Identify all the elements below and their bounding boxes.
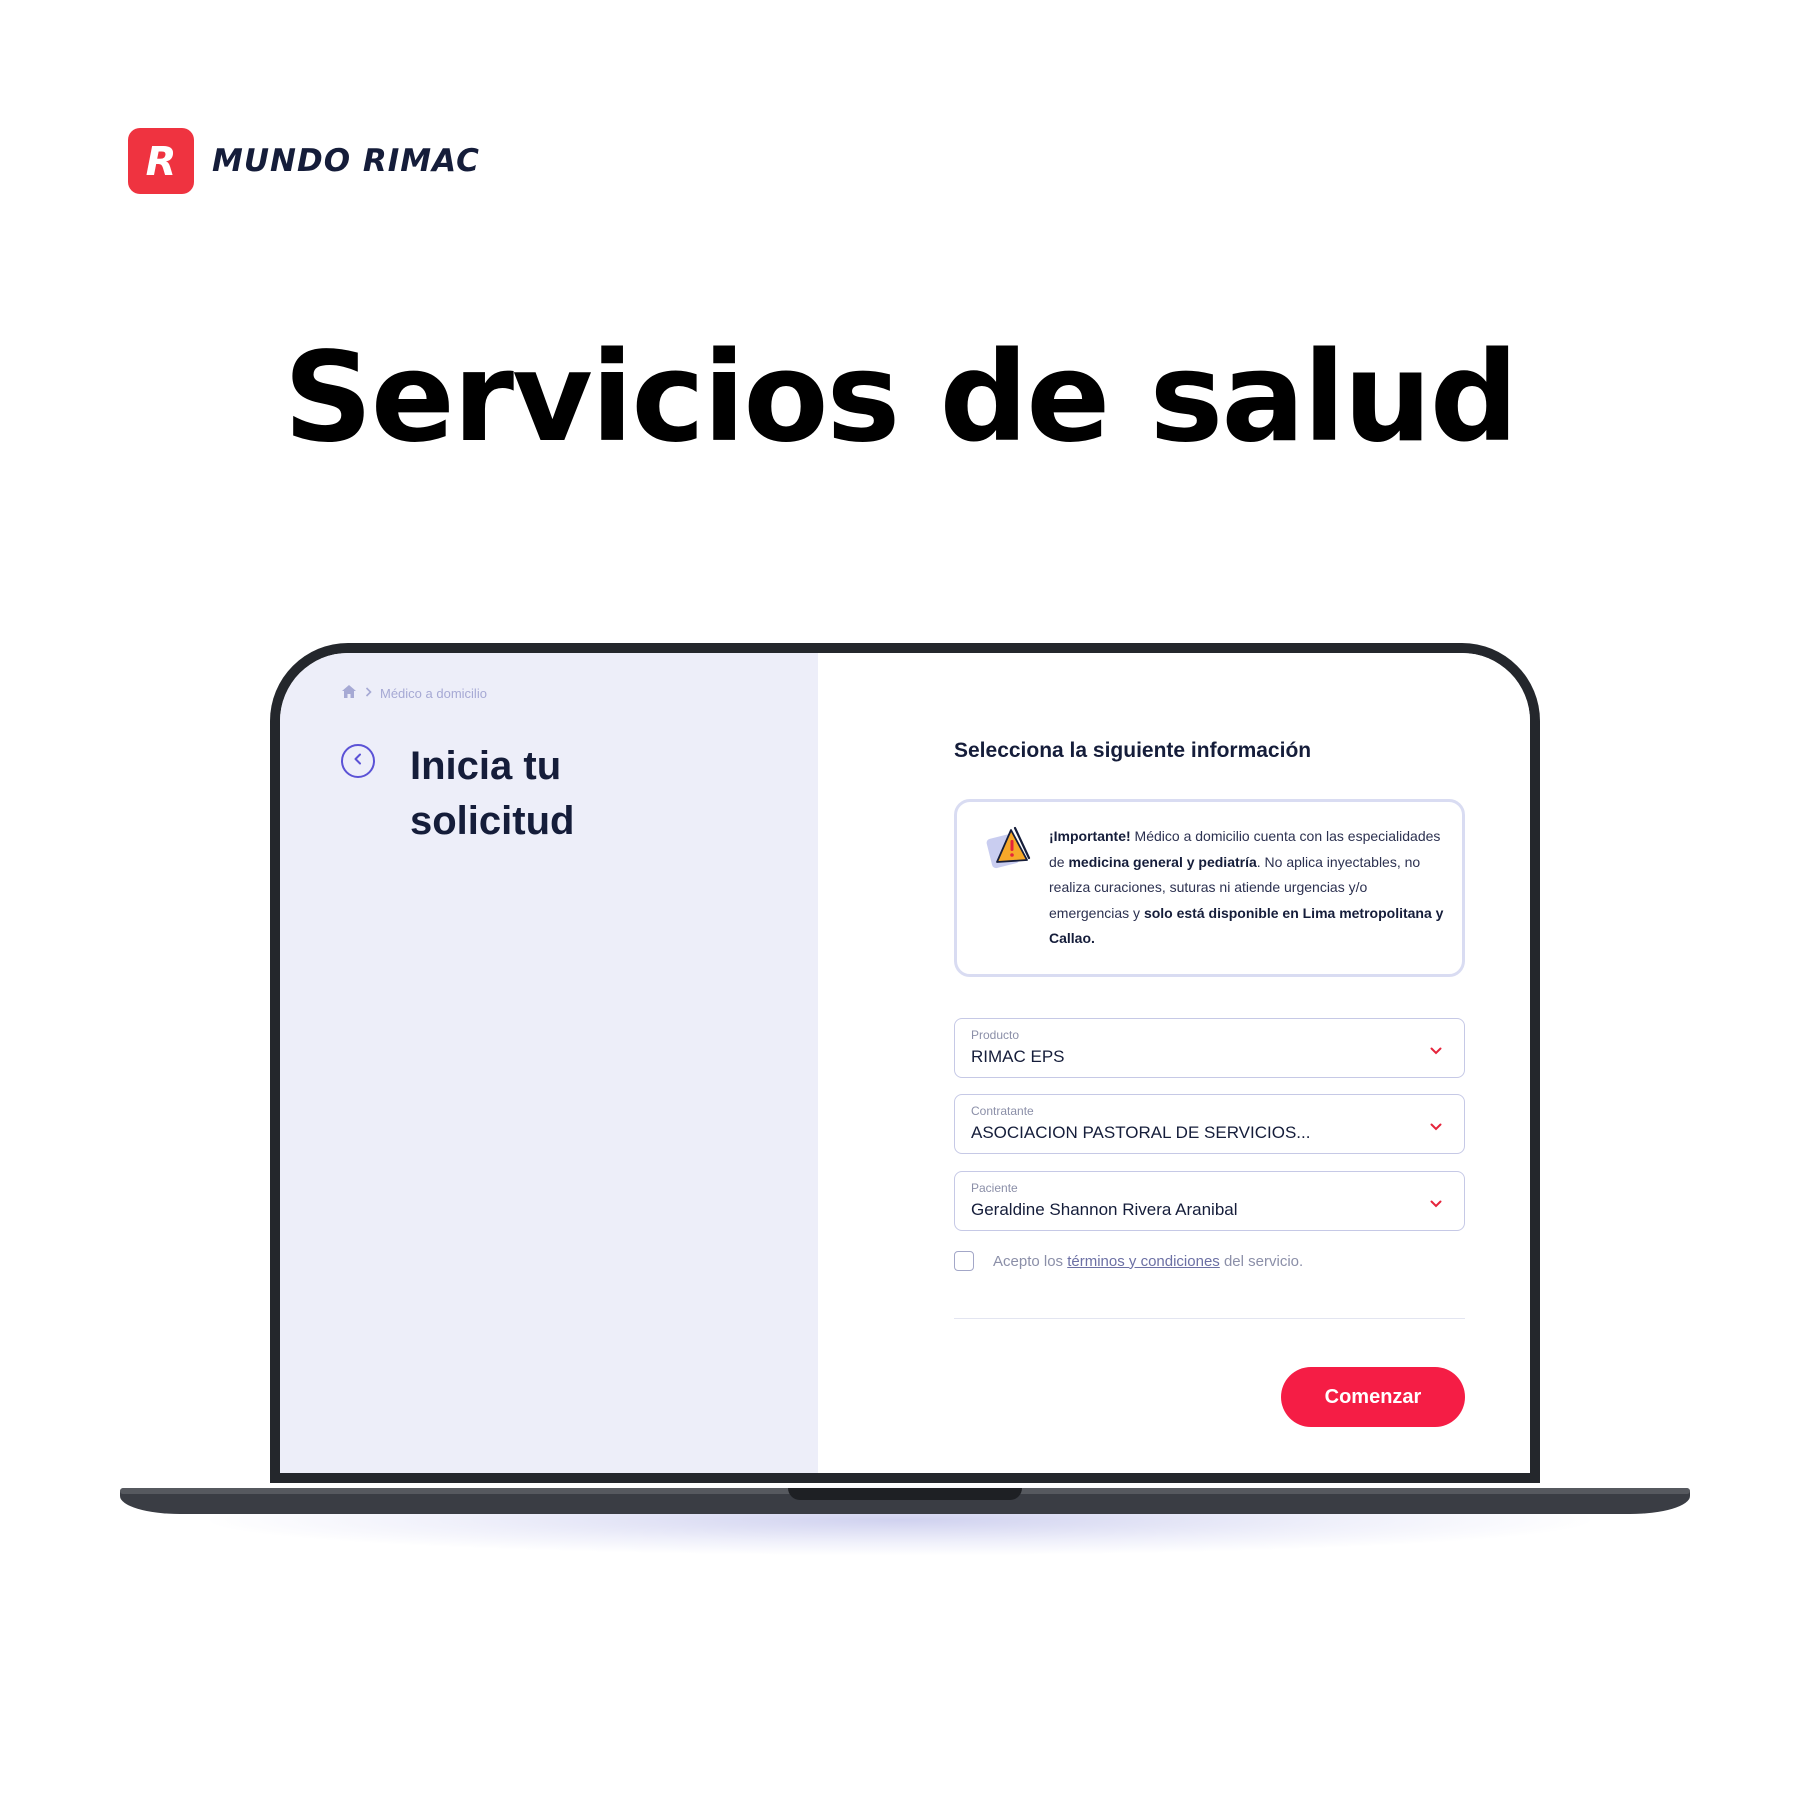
start-button[interactable]: Comenzar: [1281, 1367, 1465, 1427]
laptop-lid: Médico a domicilio Inicia tu solicitud S…: [270, 643, 1540, 1483]
breadcrumb: Médico a domicilio: [342, 685, 487, 701]
notice-important: ¡Importante!: [1049, 828, 1131, 844]
terms-prefix: Acepto los: [993, 1252, 1068, 1270]
terms-row: Acepto los términos y condiciones del se…: [954, 1251, 1303, 1271]
field-label: Producto: [971, 1028, 1020, 1042]
field-label: Contratante: [971, 1104, 1034, 1118]
rimac-logo-icon: R: [128, 128, 194, 194]
field-value: Geraldine Shannon Rivera Aranibal: [971, 1200, 1238, 1219]
field-label: Paciente: [971, 1181, 1018, 1195]
brand-name: MUNDO RIMAC: [212, 143, 480, 179]
divider: [954, 1318, 1465, 1319]
terms-text: Acepto los términos y condiciones del se…: [993, 1253, 1303, 1270]
terms-link[interactable]: términos y condiciones: [1067, 1253, 1220, 1270]
chevron-right-icon: [365, 686, 372, 700]
chevron-down-icon: [1430, 1118, 1442, 1136]
notice-specialties: medicina general y pediatría: [1068, 853, 1257, 870]
terms-checkbox[interactable]: [954, 1251, 974, 1271]
chevron-down-icon: [1430, 1042, 1442, 1060]
svg-text:R: R: [146, 139, 177, 183]
section-title: Selecciona la siguiente información: [954, 739, 1312, 762]
hero-title: Servicios de salud: [283, 326, 1518, 470]
laptop-screen: Médico a domicilio Inicia tu solicitud S…: [280, 653, 1530, 1473]
left-panel: Médico a domicilio Inicia tu solicitud: [280, 653, 818, 1473]
important-notice: ¡Importante! Médico a domicilio cuenta c…: [954, 799, 1465, 977]
warning-icon: [983, 824, 1031, 877]
laptop-notch: [788, 1488, 1022, 1500]
field-value: ASOCIACION PASTORAL DE SERVICIOS...: [971, 1123, 1311, 1142]
chevron-down-icon: [1430, 1195, 1442, 1213]
field-value: RIMAC EPS: [971, 1047, 1065, 1066]
page-title: Inicia tu solicitud: [410, 744, 575, 843]
back-arrow-icon: [353, 752, 363, 770]
back-button[interactable]: [341, 744, 375, 778]
breadcrumb-current[interactable]: Médico a domicilio: [380, 686, 487, 701]
paciente-select[interactable]: Paciente Geraldine Shannon Rivera Aranib…: [954, 1171, 1465, 1231]
terms-suffix: del servicio.: [1219, 1252, 1304, 1270]
home-icon[interactable]: [342, 685, 356, 701]
right-panel: Selecciona la siguiente información ¡Imp…: [818, 653, 1530, 1473]
notice-text: ¡Importante! Médico a domicilio cuenta c…: [1049, 824, 1449, 952]
producto-select[interactable]: Producto RIMAC EPS: [954, 1018, 1465, 1078]
contratante-select[interactable]: Contratante ASOCIACION PASTORAL DE SERVI…: [954, 1094, 1465, 1154]
brand-logo: R MUNDO RIMAC: [128, 128, 480, 194]
